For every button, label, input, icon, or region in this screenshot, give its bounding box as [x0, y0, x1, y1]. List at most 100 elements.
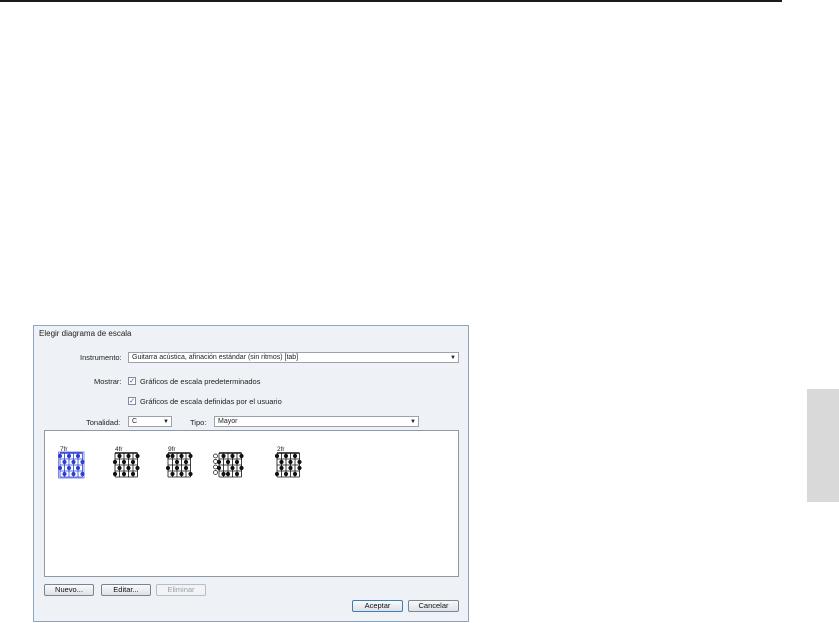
show-default-checkbox[interactable]: ✓ — [128, 377, 136, 385]
scale-diagram-grid — [274, 452, 302, 478]
scale-note-dot — [274, 453, 280, 459]
new-button[interactable]: Nuevo... — [44, 584, 94, 596]
dialog-title: Elegir diagrama de escala — [39, 329, 132, 338]
key-select[interactable]: C ▼ — [128, 416, 172, 427]
scale-note-dot — [279, 465, 284, 471]
scale-note-dot — [239, 453, 244, 459]
scale-note-dot — [130, 471, 136, 477]
scale-diagram-grid — [57, 451, 85, 479]
cancel-button[interactable]: Cancelar — [408, 600, 459, 612]
scale-note-dot — [188, 471, 193, 477]
scale-note-dot — [71, 471, 76, 477]
instrument-select-value: Guitarra acústica, afinación estándar (s… — [132, 354, 299, 361]
triangle-down-icon: ▼ — [410, 419, 416, 425]
scale-note-dot — [179, 453, 184, 459]
scale-note-dot — [183, 459, 189, 465]
dialog-titlebar: Elegir diagrama de escala — [34, 326, 468, 341]
show-default-label: Gráficos de escala predeterminados — [140, 377, 261, 386]
edit-button[interactable]: Editar... — [101, 584, 151, 596]
scale-note-dot — [112, 459, 118, 465]
scale-note-dot — [75, 453, 81, 459]
scale-note-dot — [165, 453, 171, 459]
scale-note-dot — [188, 453, 193, 459]
scale-note-dot — [170, 453, 175, 459]
scale-note-dot — [297, 459, 302, 465]
scale-note-dot — [121, 459, 127, 465]
show-user-checkbox[interactable]: ✓ — [128, 397, 136, 405]
scale-note-dot — [216, 465, 222, 471]
scale-note-dot — [234, 471, 240, 477]
scale-note-dot — [183, 465, 189, 471]
checkmark-icon: ✓ — [129, 378, 135, 385]
scale-note-dot — [174, 465, 180, 471]
scale-diagram-4fr[interactable]: 4fr — [112, 446, 143, 486]
choose-scale-diagram-dialog: Elegir diagrama de escala Instrumento: G… — [33, 325, 469, 622]
open-string-marker — [213, 459, 218, 464]
open-string-marker — [213, 453, 218, 459]
scale-note-dot — [288, 459, 293, 465]
type-label: Tipo: — [190, 418, 207, 427]
show-label: Mostrar: — [94, 377, 122, 386]
scale-note-dot — [112, 471, 118, 477]
fret-label: 7fr — [60, 446, 68, 453]
scale-diagram-grid — [165, 452, 193, 478]
scale-note-dot — [121, 471, 127, 477]
scale-diagram-2fr[interactable]: 2fr — [274, 446, 305, 486]
scale-note-dot — [62, 459, 67, 465]
scale-note-dot — [239, 465, 244, 471]
fret-label: 4fr — [115, 446, 123, 453]
scale-note-dot — [126, 465, 131, 471]
scale-note-dot — [221, 453, 226, 459]
type-select[interactable]: Mayor ▼ — [214, 416, 419, 427]
scale-diagram-open[interactable] — [213, 449, 249, 486]
checkmark-icon: ✓ — [129, 398, 135, 405]
key-select-value: C — [132, 418, 138, 425]
scale-diagram-grid — [112, 452, 140, 478]
scale-note-dot — [135, 465, 140, 471]
scale-note-dot — [170, 471, 175, 477]
scale-note-dot — [117, 465, 122, 471]
key-label: Tonalidad: — [86, 418, 121, 427]
scale-diagram-list[interactable]: 7fr 4fr 9fr 2fr — [44, 430, 459, 577]
scale-note-dot — [179, 471, 184, 477]
scale-note-dot — [174, 459, 180, 465]
scale-note-dot — [274, 471, 280, 477]
scale-note-dot — [283, 453, 289, 459]
scale-note-dot — [230, 465, 235, 471]
scale-note-dot — [66, 453, 72, 459]
type-select-value: Mayor — [218, 418, 238, 425]
scale-note-dot — [297, 465, 302, 471]
scale-note-dot — [279, 459, 284, 465]
show-user-label: Gráficos de escala definidas por el usua… — [140, 397, 282, 406]
triangle-down-icon: ▼ — [163, 419, 169, 425]
page-side-tab — [807, 389, 839, 502]
scale-diagram-grid — [213, 452, 244, 478]
scale-note-dot — [62, 471, 67, 477]
scale-note-dot — [135, 453, 140, 459]
scale-note-dot — [292, 453, 298, 459]
scale-diagram-9fr[interactable]: 9fr — [165, 446, 196, 486]
scale-note-dot — [221, 471, 226, 477]
ok-button[interactable]: Aceptar — [352, 600, 403, 612]
scale-note-dot — [225, 471, 231, 477]
open-string-marker — [213, 470, 218, 475]
scale-note-dot — [66, 465, 72, 471]
fret-label: 9fr — [168, 446, 176, 453]
scale-diagram-7fr[interactable]: 7fr — [57, 446, 88, 486]
page-top-rule — [0, 0, 782, 2]
delete-button[interactable]: Eliminar — [156, 584, 206, 596]
scale-note-dot — [165, 465, 171, 471]
scale-note-dot — [283, 471, 289, 477]
instrument-select[interactable]: Guitarra acústica, afinación estándar (s… — [128, 352, 459, 363]
scale-note-dot — [225, 459, 231, 465]
scale-note-dot — [71, 459, 76, 465]
fret-label: 2fr — [277, 446, 285, 453]
scale-note-dot — [216, 459, 222, 465]
scale-note-dot — [75, 465, 81, 471]
scale-note-dot — [130, 459, 136, 465]
scale-note-dot — [230, 453, 235, 459]
scale-note-dot — [288, 465, 293, 471]
triangle-down-icon: ▼ — [450, 355, 456, 361]
scale-note-dot — [292, 471, 298, 477]
scale-note-dot — [126, 453, 131, 459]
